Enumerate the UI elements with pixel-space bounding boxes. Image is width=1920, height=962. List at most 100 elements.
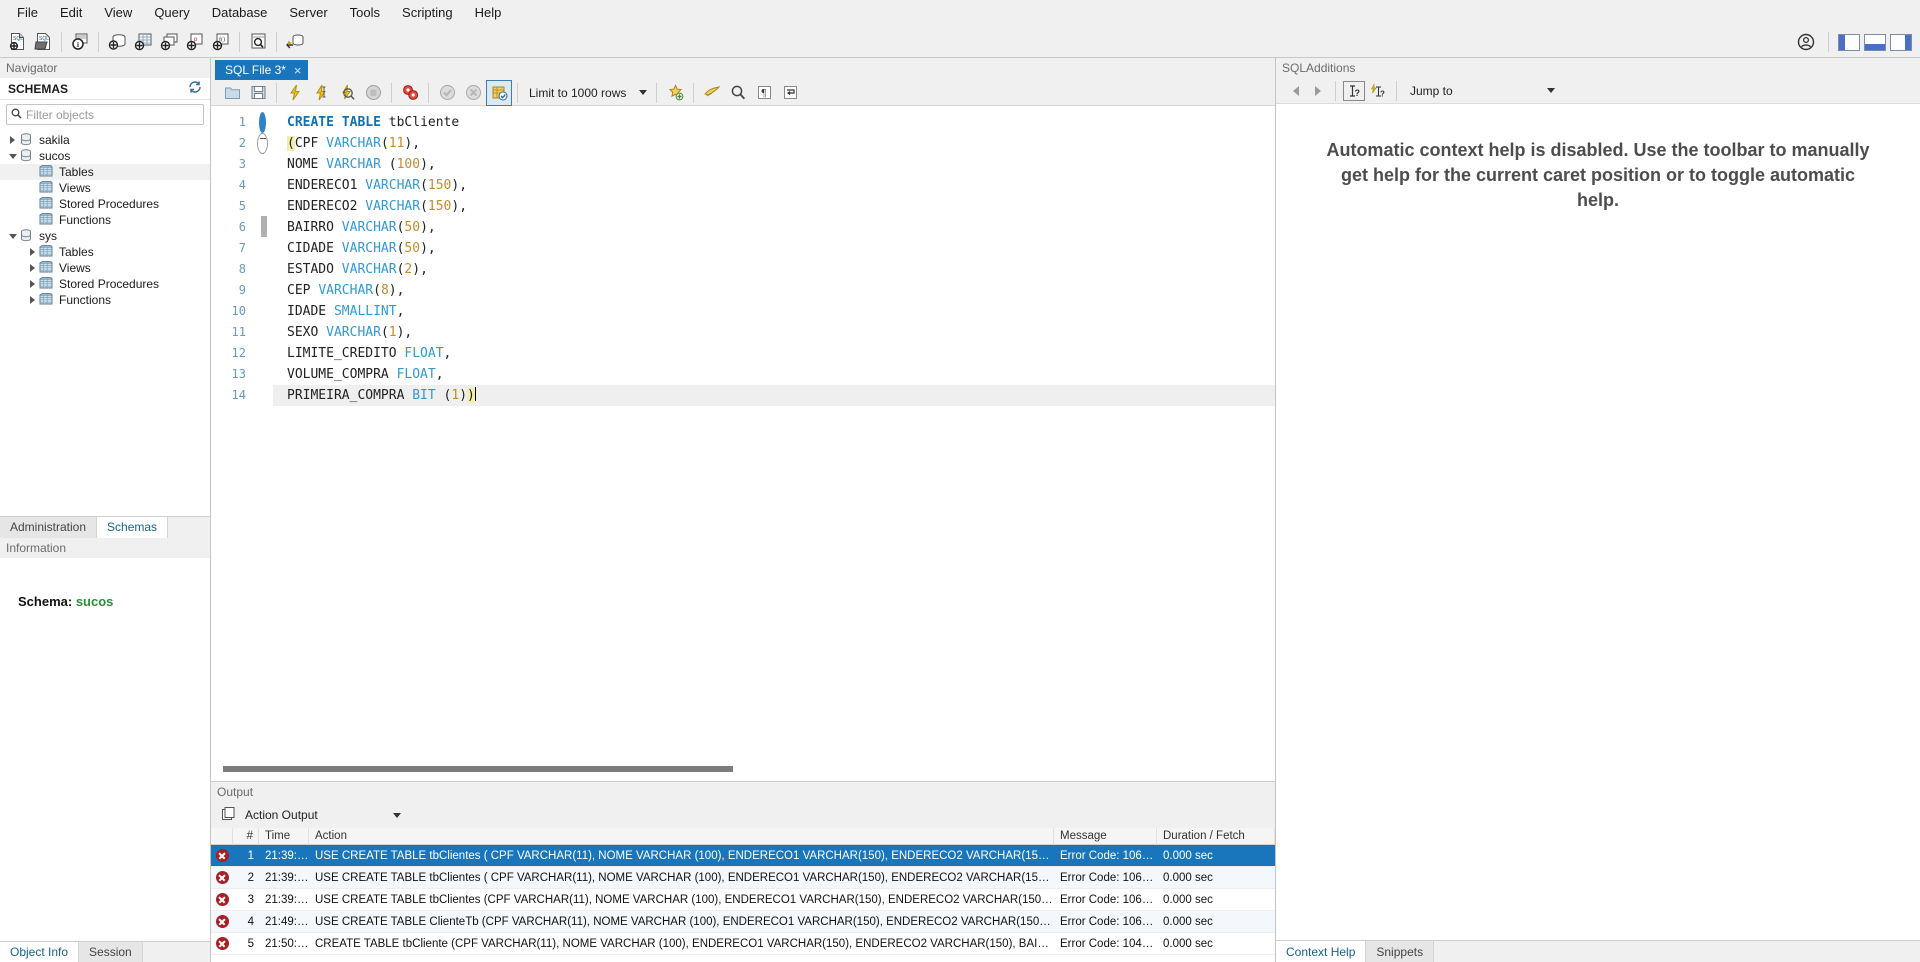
output-row[interactable]: 3 21:39:48 USE CREATE TABLE tbClientes (CP…: [211, 889, 1275, 911]
chevron-down-icon[interactable]: [6, 150, 19, 163]
new-function-icon[interactable]: f(): [208, 29, 234, 55]
close-icon[interactable]: ×: [294, 64, 302, 77]
wrap-lines-icon[interactable]: [777, 80, 803, 106]
menu-view[interactable]: View: [93, 1, 143, 24]
marker-gutter[interactable]: [251, 106, 273, 759]
save-script-icon[interactable]: [245, 80, 271, 106]
open-sql-file-icon[interactable]: SQL: [30, 29, 56, 55]
menu-tools[interactable]: Tools: [339, 1, 391, 24]
chevron-right-icon[interactable]: [26, 262, 39, 275]
connection-info-icon[interactable]: i: [67, 29, 93, 55]
menu-query[interactable]: Query: [143, 1, 200, 24]
code-line[interactable]: NOME VARCHAR (100),: [273, 154, 1275, 175]
chevron-right-icon[interactable]: [26, 246, 39, 259]
column-header-duration-fetch[interactable]: Duration / Fetch: [1157, 828, 1275, 845]
code-line[interactable]: PRIMEIRA_COMPRA BIT (1)): [273, 385, 1275, 406]
breakpoint-dot-icon[interactable]: [251, 112, 273, 133]
chevron-down-icon[interactable]: [6, 230, 19, 243]
code-line[interactable]: (CPF VARCHAR(11),: [273, 133, 1275, 154]
tab-object-info[interactable]: Object Info: [0, 942, 80, 962]
tree-node-tables[interactable]: Tables: [0, 164, 210, 180]
code-line[interactable]: CIDADE VARCHAR(50),: [273, 238, 1275, 259]
menu-scripting[interactable]: Scripting: [391, 1, 464, 24]
rollback-icon[interactable]: [460, 80, 486, 106]
filter-objects-input[interactable]: [22, 106, 199, 123]
output-pane-icon[interactable]: [221, 806, 237, 825]
jump-to-select[interactable]: Jump to: [1404, 81, 1559, 101]
code-line[interactable]: LIMITE_CREDITO FLOAT,: [273, 343, 1275, 364]
toggle-stop-on-error-icon[interactable]: [397, 80, 423, 106]
search-db-objects-icon[interactable]: [245, 29, 271, 55]
scrollbar-thumb[interactable]: [223, 766, 733, 772]
tree-node-stored-procedures[interactable]: Stored Procedures: [0, 276, 210, 292]
menu-server[interactable]: Server: [278, 1, 338, 24]
auto-commit-icon[interactable]: [486, 79, 512, 106]
code-line[interactable]: ENDERECO2 VARCHAR(150),: [273, 196, 1275, 217]
code-area[interactable]: 1 2 3 4 5 6 7 8 9 10 11 12 13 14 CREATE TABLE tbClien…: [211, 106, 1275, 759]
tab-schemas[interactable]: Schemas: [97, 516, 169, 538]
marker-slot[interactable]: [251, 364, 273, 385]
new-table-icon[interactable]: [130, 29, 156, 55]
code-line[interactable]: BAIRRO VARCHAR(50),: [273, 217, 1275, 238]
user-account-icon[interactable]: [1793, 29, 1819, 55]
stop-execution-icon[interactable]: [360, 80, 386, 106]
column-header-message[interactable]: Message: [1054, 828, 1157, 845]
menu-edit[interactable]: Edit: [49, 1, 93, 24]
chevron-right-icon[interactable]: [26, 278, 39, 291]
tab-session[interactable]: Session: [79, 942, 143, 962]
column-header-[interactable]: #: [233, 828, 259, 845]
refresh-icon[interactable]: [188, 80, 202, 97]
automatic-context-help-icon[interactable]: ?: [1367, 81, 1389, 101]
tree-node-views[interactable]: Views: [0, 180, 210, 196]
code-line[interactable]: SEXO VARCHAR(1),: [273, 322, 1275, 343]
context-help-icon[interactable]: ?: [1343, 80, 1365, 101]
new-sql-file-icon[interactable]: SQL: [4, 29, 30, 55]
output-row[interactable]: 5 21:50:04 CREATE TABLE tbCliente (CPF VAR…: [211, 933, 1275, 955]
open-script-icon[interactable]: [219, 80, 245, 106]
tree-node-tables[interactable]: Tables: [0, 244, 210, 260]
tab-context-help[interactable]: Context Help: [1276, 941, 1367, 962]
toggle-output-icon[interactable]: [1864, 33, 1886, 51]
output-row[interactable]: 4 21:49:08 USE CREATE TABLE ClienteTb (CPF…: [211, 911, 1275, 933]
tree-node-sucos[interactable]: sucos: [0, 148, 210, 164]
chevron-right-icon[interactable]: [26, 294, 39, 307]
sql-editor[interactable]: 1 2 3 4 5 6 7 8 9 10 11 12 13 14 CREATE TABLE tbClien…: [211, 106, 1275, 782]
output-mode-select[interactable]: Action Output: [245, 805, 405, 825]
forward-arrow-icon[interactable]: [1308, 81, 1328, 101]
code-line[interactable]: CEP VARCHAR(8),: [273, 280, 1275, 301]
row-limit-select[interactable]: Limit to 1000 rows: [523, 83, 651, 103]
toggle-invisible-chars-icon[interactable]: ¶: [751, 80, 777, 106]
filter-objects-box[interactable]: [6, 104, 204, 125]
tree-node-stored-procedures[interactable]: Stored Procedures: [0, 196, 210, 212]
code-line[interactable]: IDADE SMALLINT,: [273, 301, 1275, 322]
code-line[interactable]: VOLUME_COMPRA FLOAT,: [273, 364, 1275, 385]
code-line[interactable]: CREATE TABLE tbCliente: [273, 112, 1275, 133]
column-header-time[interactable]: Time: [259, 828, 309, 845]
editor-horizontal-scrollbar[interactable]: [211, 759, 1275, 781]
column-header-action[interactable]: Action: [309, 828, 1054, 845]
new-procedure-icon[interactable]: p: [182, 29, 208, 55]
chevron-right-icon[interactable]: [6, 134, 19, 147]
menu-help[interactable]: Help: [464, 1, 513, 24]
tree-node-sakila[interactable]: sakila: [0, 132, 210, 148]
tree-node-functions[interactable]: Functions: [0, 292, 210, 308]
code-lines[interactable]: CREATE TABLE tbCliente (CPF VARCHAR(11), N…: [273, 106, 1275, 759]
toggle-secondary-sidebar-icon[interactable]: [1890, 33, 1912, 51]
tab-administration[interactable]: Administration: [0, 516, 98, 538]
menu-database[interactable]: Database: [201, 1, 279, 24]
code-line[interactable]: ENDERECO1 VARCHAR(150),: [273, 175, 1275, 196]
tree-node-functions[interactable]: Functions: [0, 212, 210, 228]
find-icon[interactable]: [725, 80, 751, 106]
execute-all-icon[interactable]: [282, 80, 308, 106]
commit-icon[interactable]: [434, 80, 460, 106]
tab-snippets[interactable]: Snippets: [1366, 941, 1435, 962]
toggle-auto-completion-icon[interactable]: [699, 80, 725, 106]
output-row[interactable]: 2 21:39:31 USE CREATE TABLE tbClientes ( C…: [211, 867, 1275, 889]
fold-toggle-icon[interactable]: [251, 133, 273, 154]
new-schema-icon[interactable]: [104, 29, 130, 55]
tree-node-sys[interactable]: sys: [0, 228, 210, 244]
tree-node-views[interactable]: Views: [0, 260, 210, 276]
beautify-sql-icon[interactable]: [662, 80, 688, 106]
explain-statement-icon[interactable]: [334, 80, 360, 106]
code-line[interactable]: ESTADO VARCHAR(2),: [273, 259, 1275, 280]
